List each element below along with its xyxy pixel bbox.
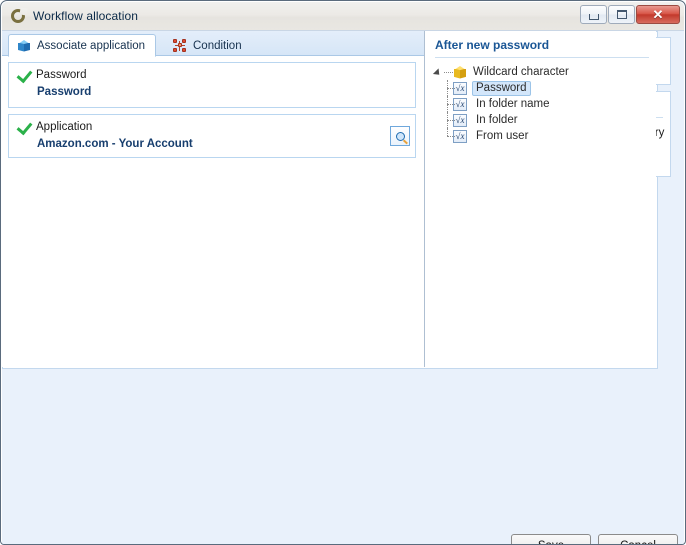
item-application-header: Application xyxy=(16,120,92,133)
yellow-cube-icon xyxy=(453,65,468,80)
green-check-icon xyxy=(16,68,30,81)
node-graph-icon xyxy=(173,38,187,53)
maximize-button[interactable] xyxy=(608,5,635,24)
item-application-value: Amazon.com - Your Account xyxy=(37,138,193,150)
wildcard-tree-pane: After new password Wildcard character √x… xyxy=(425,31,656,367)
close-button[interactable]: ✕ xyxy=(636,5,680,24)
item-application-label: Application xyxy=(36,120,93,133)
tab-associate-application[interactable]: Associate application xyxy=(8,34,157,57)
close-icon: ✕ xyxy=(652,7,664,22)
tree-item-password[interactable]: √x Password xyxy=(433,80,653,96)
tree-connector xyxy=(447,120,455,121)
window-controls: ✕ xyxy=(580,5,680,24)
tab-strip: Associate application Condition xyxy=(2,31,424,57)
tree-item-password-label: Password xyxy=(472,80,531,96)
item-row-password[interactable]: Password Password xyxy=(8,62,416,108)
chevron-expanded-icon[interactable] xyxy=(433,64,444,80)
minimize-icon xyxy=(588,13,599,20)
tab-condition-label: Condition xyxy=(193,39,242,52)
save-button[interactable]: Save xyxy=(511,534,591,544)
item-password-value: Password xyxy=(37,86,92,98)
item-password-header: Password xyxy=(16,68,87,81)
item-password-label: Password xyxy=(36,68,87,81)
tree-item-in-folder-name-label: In folder name xyxy=(476,98,550,110)
maximize-icon xyxy=(616,10,627,19)
blue-cube-icon xyxy=(17,39,31,53)
right-panel-divider xyxy=(435,57,649,58)
associate-application-pane: Password Password Application Amazon.com… xyxy=(2,56,424,367)
tree-node-wildcard-character-label: Wildcard character xyxy=(473,66,569,78)
fx-icon: √x xyxy=(453,129,467,143)
cancel-button[interactable]: Cancel xyxy=(598,534,678,544)
green-check-icon xyxy=(16,120,30,133)
item-row-application[interactable]: Application Amazon.com - Your Account xyxy=(8,114,416,158)
tree-item-in-folder-name[interactable]: √x In folder name xyxy=(433,96,653,112)
ring-icon xyxy=(10,7,28,24)
tree-connector xyxy=(444,64,453,80)
fx-icon: √x xyxy=(453,81,467,95)
tab-condition[interactable]: Condition xyxy=(164,34,253,57)
tree-connector xyxy=(447,128,448,136)
tree-item-in-folder[interactable]: √x In folder xyxy=(433,112,653,128)
browse-application-button[interactable] xyxy=(390,126,410,146)
tree-node-wildcard-character[interactable]: Wildcard character xyxy=(433,64,653,80)
fx-icon: √x xyxy=(453,97,467,111)
dialog-footer: Save Cancel xyxy=(2,526,684,544)
tab-associate-application-label: Associate application xyxy=(37,39,146,52)
tree-connector xyxy=(447,104,455,105)
tree-item-from-user-label: From user xyxy=(476,130,529,142)
workflow-allocation-window: Workflow allocation ✕ Workflow: After ne… xyxy=(0,0,686,545)
right-panel-title: After new password xyxy=(435,38,550,52)
main-panel: Associate application Condition Password xyxy=(2,31,658,369)
dialog-body: Workflow: After new password -> Associat… xyxy=(2,30,684,544)
minimize-button[interactable] xyxy=(580,5,607,24)
fx-icon: √x xyxy=(453,113,467,127)
tree-connector xyxy=(447,88,455,89)
tree-item-from-user[interactable]: √x From user xyxy=(433,128,653,144)
tree-connector xyxy=(447,136,455,137)
window-title: Workflow allocation xyxy=(33,9,139,23)
tree-item-in-folder-label: In folder xyxy=(476,114,518,126)
title-bar: Workflow allocation ✕ xyxy=(2,2,684,30)
wildcard-tree: Wildcard character √x Password √x In fol… xyxy=(433,64,653,144)
magnifier-icon xyxy=(395,131,405,141)
